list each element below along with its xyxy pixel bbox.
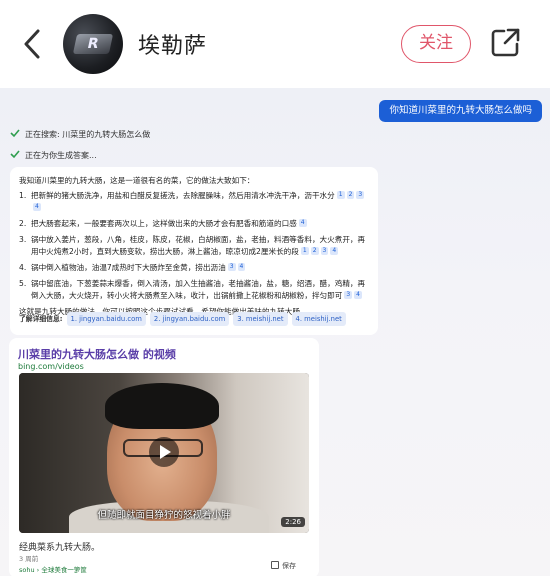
- step-text: 锅中留底油，下葱姜蒜末爆香，倒入清汤，加入生抽酱油，老抽酱油，盐，糖，绍酒，醋，…: [31, 279, 366, 300]
- play-icon: [160, 445, 171, 459]
- username[interactable]: 埃勒萨: [138, 28, 207, 60]
- step-text: 锅中倒入植物油，油温7成热时下大肠炸至金黄，捞出沥油: [31, 263, 226, 272]
- citation-badge[interactable]: 1: [300, 247, 309, 255]
- video-subtitle: 但随即就面目狰狞的怒视着小胖: [97, 510, 231, 521]
- video-card-title[interactable]: 川菜里的九转大肠怎么做 的视频: [18, 346, 176, 362]
- citation-badge[interactable]: 4: [354, 291, 362, 299]
- citation-badge[interactable]: 3: [356, 191, 365, 199]
- save-button[interactable]: 保存: [271, 561, 296, 571]
- learn-more: 了解详细信息: 1. jingyan.baidu.com 2. jingyan.ba…: [19, 312, 350, 326]
- citation-badge[interactable]: 4: [330, 247, 339, 255]
- step-number: 2.: [19, 219, 27, 228]
- answer-step: 1. 把新鲜的猪大肠洗净，用盐和白醋反复搓洗，去除腥臊味，然后用清水冲洗干净，沥干…: [19, 190, 369, 214]
- video-source[interactable]: sohu › 全球美食一箩筐: [19, 564, 87, 574]
- step-number: 1.: [19, 191, 27, 200]
- back-button[interactable]: [18, 26, 48, 62]
- citation-badge[interactable]: 3: [227, 263, 236, 271]
- citation-badge[interactable]: 4: [298, 219, 307, 227]
- video-description: 经典菜系九转大肠。: [19, 543, 101, 553]
- chevron-left-icon: [24, 29, 40, 59]
- status-searching: 正在搜索: 川菜里的九转大肠怎么做: [10, 128, 150, 142]
- avatar[interactable]: R: [63, 14, 123, 74]
- step-number: 3.: [19, 235, 27, 244]
- answer-step: 4. 锅中倒入植物油，油温7成热时下大肠炸至金黄，捞出沥油 3 4: [19, 262, 369, 274]
- source-link[interactable]: 2. jingyan.baidu.com: [149, 312, 230, 326]
- citation-badge[interactable]: 3: [320, 247, 329, 255]
- play-button[interactable]: [149, 437, 179, 467]
- source-link[interactable]: 1. jingyan.baidu.com: [66, 312, 146, 326]
- answer-card: 我知道川菜里的九转大肠，这是一道很有名的菜，它的做法大致如下： 1. 把新鲜的猪大…: [10, 167, 378, 335]
- citation-badge[interactable]: 4: [237, 263, 246, 271]
- citation-badge[interactable]: 2: [346, 191, 355, 199]
- follow-button[interactable]: 关注: [401, 25, 471, 63]
- step-number: 5.: [19, 279, 27, 288]
- learn-more-label: 了解详细信息:: [19, 315, 63, 323]
- citation-badge[interactable]: 4: [33, 203, 41, 211]
- answer-step: 5. 锅中留底油，下葱姜蒜末爆香，倒入清汤，加入生抽酱油，老抽酱油，盐，糖，绍酒，…: [19, 278, 369, 302]
- user-message: 你知道川菜里的九转大肠怎么做吗: [379, 100, 542, 122]
- video-card-domain[interactable]: bing.com/videos: [18, 362, 84, 371]
- save-icon: [271, 561, 279, 569]
- answer-step: 3. 锅中放入姜片，葱段，八角，桂皮，陈皮，花椒，白胡椒面，盐，老抽，料酒等香料，…: [19, 234, 369, 258]
- answer-step: 2. 把大肠套起来，一般要套两次以上，这样做出来的大肠才会有肥香和筋道的口感 4: [19, 218, 369, 230]
- share-button[interactable]: [488, 24, 524, 60]
- answer-intro: 我知道川菜里的九转大肠，这是一道很有名的菜，它的做法大致如下：: [19, 176, 255, 185]
- step-text: 把大肠套起来，一般要套两次以上，这样做出来的大肠才会有肥香和筋道的口感: [31, 219, 297, 228]
- share-icon: [491, 28, 520, 57]
- top-bar: R 埃勒萨 关注: [0, 0, 550, 88]
- check-icon: [10, 129, 20, 138]
- avatar-logo: R: [72, 34, 114, 54]
- citation-badge[interactable]: 2: [310, 247, 319, 255]
- step-number: 4.: [19, 263, 27, 272]
- steps-list: 1. 把新鲜的猪大肠洗净，用盐和白醋反复搓洗，去除腥臊味，然后用清水冲洗干净，沥干…: [19, 190, 369, 302]
- video-person-hair: [105, 383, 219, 429]
- citation-badge[interactable]: 3: [344, 291, 353, 299]
- video-age: 3 周前: [19, 555, 39, 563]
- status-generating: 正在为你生成答案...: [10, 149, 97, 163]
- video-card[interactable]: 川菜里的九转大肠怎么做 的视频 bing.com/videos 但随即就面目狰狞…: [9, 338, 319, 576]
- source-link[interactable]: 3. meishij.net: [233, 312, 288, 326]
- step-text: 把新鲜的猪大肠洗净，用盐和白醋反复搓洗，去除腥臊味，然后用清水冲洗干净，沥干水分: [31, 191, 335, 200]
- check-icon: [10, 150, 20, 159]
- citation-badge[interactable]: 1: [336, 191, 345, 199]
- chat-area: 你知道川菜里的九转大肠怎么做吗 正在搜索: 川菜里的九转大肠怎么做 正在为你生成…: [0, 88, 550, 576]
- video-thumbnail[interactable]: 但随即就面目狰狞的怒视着小胖 2:26: [19, 373, 309, 533]
- video-duration: 2:26: [281, 517, 305, 527]
- source-link[interactable]: 4. meishij.net: [291, 312, 346, 326]
